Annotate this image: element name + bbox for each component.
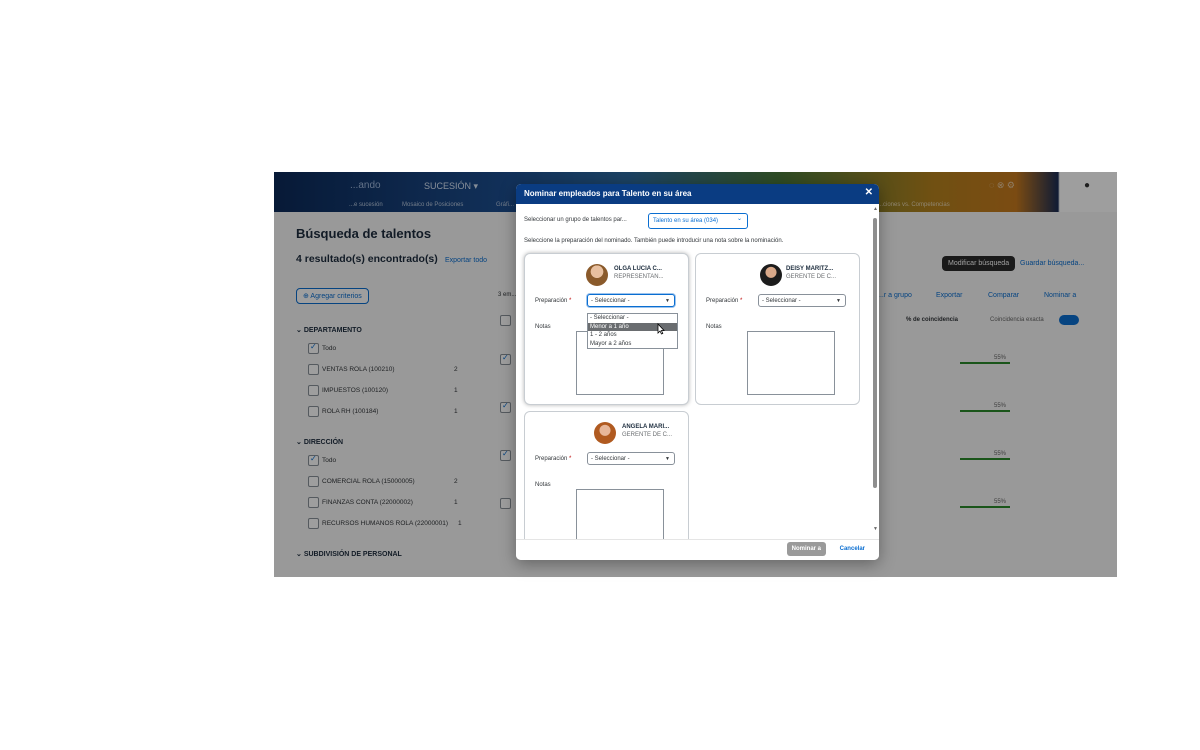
- required-mark: *: [569, 298, 572, 304]
- talent-group-value: Talento en su área (034): [653, 218, 719, 224]
- instructions-text: Seleccione la preparación del nominado. …: [524, 238, 784, 244]
- chevron-down-icon: ▼: [665, 456, 670, 462]
- nominee-card: ANGELA MARI... GERENTE DE C... Preparaci…: [524, 411, 689, 540]
- option-item[interactable]: - Seleccionar -: [588, 314, 677, 323]
- notes-textarea[interactable]: [747, 331, 835, 395]
- dialog-body: Seleccionar un grupo de talentos par... …: [516, 204, 871, 540]
- nominate-dialog: Nominar empleados para Talento en su áre…: [516, 184, 879, 560]
- nominee-role: REPRESENTAN...: [614, 274, 664, 280]
- preparation-label-text: Preparación: [535, 298, 568, 304]
- dialog-header: Nominar empleados para Talento en su áre…: [516, 184, 879, 204]
- scroll-up-icon[interactable]: ▲: [873, 206, 878, 212]
- preparation-label-text: Preparación: [706, 298, 739, 304]
- close-icon[interactable]: ✕: [865, 187, 873, 198]
- notes-label: Notas: [535, 482, 551, 488]
- nominee-name: OLGA LUCIA C...: [614, 266, 662, 272]
- scrollbar-thumb[interactable]: [873, 218, 877, 488]
- group-label: Seleccionar un grupo de talentos par...: [524, 217, 627, 223]
- option-item[interactable]: Mayor a 2 años: [588, 340, 677, 349]
- avatar: [586, 264, 608, 286]
- talent-group-select[interactable]: Talento en su área (034) ⌄: [648, 213, 748, 229]
- nominee-role: GERENTE DE C...: [786, 274, 837, 280]
- preparation-label-text: Preparación: [535, 456, 568, 462]
- dialog-title: Nominar empleados para Talento en su áre…: [524, 189, 692, 198]
- chevron-down-icon: ⌄: [736, 216, 742, 222]
- preparation-select[interactable]: - Seleccionar - ▼: [587, 294, 675, 307]
- preparation-value: - Seleccionar -: [591, 298, 630, 304]
- nominee-name: DEISY MARITZ...: [786, 266, 834, 272]
- nominate-button[interactable]: Nominar a: [786, 542, 826, 556]
- chevron-down-icon: ▼: [836, 298, 841, 304]
- dialog-footer: Nominar a Cancelar: [516, 539, 879, 560]
- pointer-cursor-icon: [657, 323, 665, 335]
- preparation-value: - Seleccionar -: [591, 456, 630, 462]
- preparation-label: Preparación *: [535, 456, 571, 462]
- nominee-role: GERENTE DE C...: [622, 432, 673, 438]
- notes-textarea[interactable]: [576, 489, 664, 540]
- notes-label: Notas: [535, 324, 551, 330]
- avatar: [760, 264, 782, 286]
- nominee-name: ANGELA MARI...: [622, 424, 670, 430]
- chevron-down-icon: ▼: [665, 298, 670, 304]
- avatar: [594, 422, 616, 444]
- required-mark: *: [740, 298, 743, 304]
- preparation-select[interactable]: - Seleccionar - ▼: [758, 294, 846, 307]
- nominee-card: DEISY MARITZ... GERENTE DE C... Preparac…: [695, 253, 860, 405]
- dialog-scrollbar[interactable]: ▲ ▼: [873, 206, 878, 532]
- required-mark: *: [569, 456, 572, 462]
- preparation-value: - Seleccionar -: [762, 298, 801, 304]
- preparation-label: Preparación *: [535, 298, 571, 304]
- preparation-label: Preparación *: [706, 298, 742, 304]
- preparation-select[interactable]: - Seleccionar - ▼: [587, 452, 675, 465]
- notes-label: Notas: [706, 324, 722, 330]
- cancel-button[interactable]: Cancelar: [840, 546, 865, 552]
- scroll-down-icon[interactable]: ▼: [873, 526, 878, 532]
